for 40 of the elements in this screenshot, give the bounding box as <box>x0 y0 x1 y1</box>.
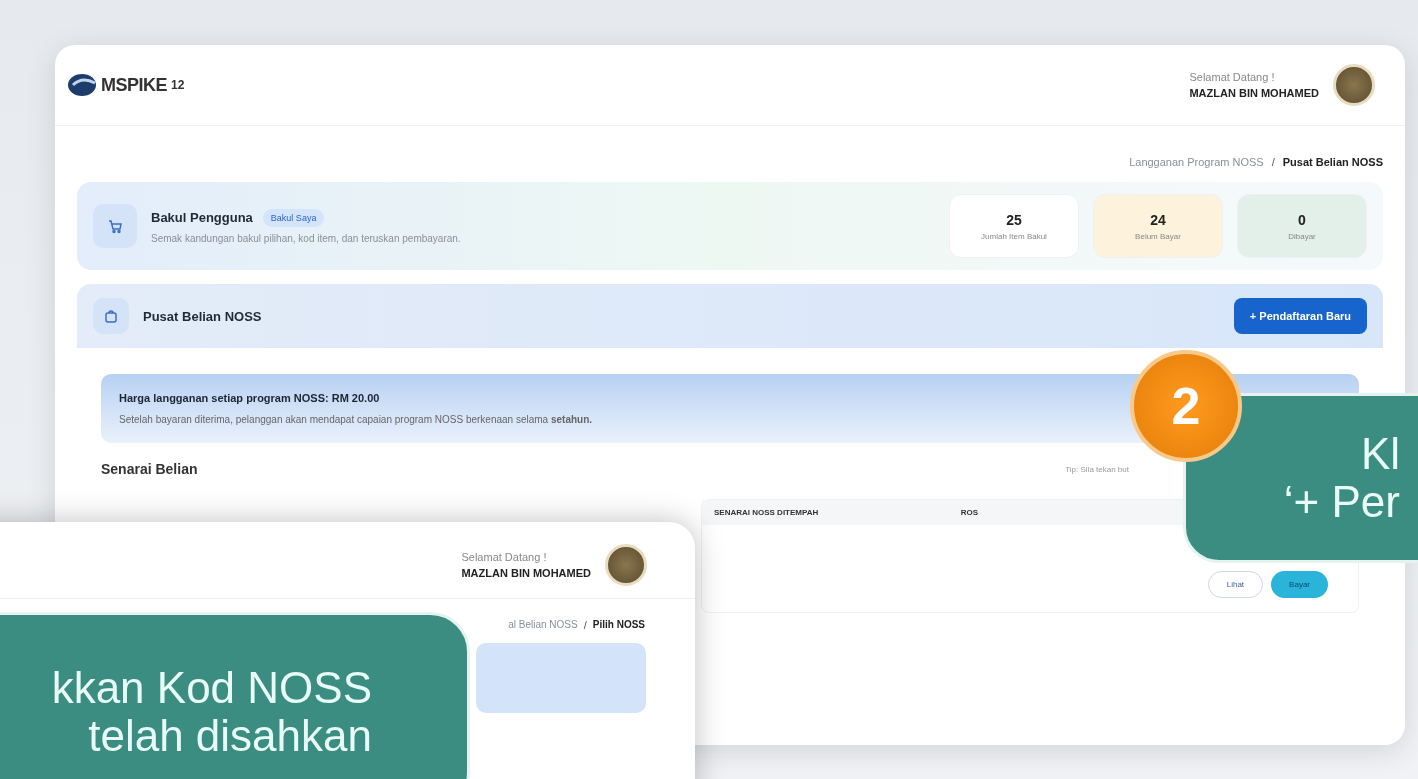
user-name: MAZLAN BIN MOHAMED <box>1189 87 1319 99</box>
callout-text: kkan Kod NOSS <box>51 663 372 712</box>
greeting-text: Selamat Datang ! <box>461 551 548 563</box>
cart-badge: Bakul Saya <box>262 208 325 227</box>
user-avatar[interactable] <box>605 544 647 586</box>
column-header: SENARAI NOSS DITEMPAH <box>714 508 819 517</box>
stat-value: 24 <box>1150 211 1166 228</box>
tip-text: Tip: Sila tekan but <box>1065 464 1129 474</box>
stat-value: 25 <box>1006 211 1022 228</box>
view-button[interactable]: Lihat <box>1207 571 1264 598</box>
callout-text: ‘+ Per <box>1283 478 1400 527</box>
list-title: Senarai Belian <box>101 461 198 477</box>
stat-label: Dibayar <box>1288 231 1316 241</box>
breadcrumb-link[interactable]: Pilih NOSS <box>592 619 645 631</box>
logo-suffix: 12 <box>171 78 185 92</box>
callout-text: Kl <box>1360 429 1400 478</box>
user-avatar[interactable] <box>1333 64 1375 106</box>
breadcrumb-separator: / <box>1271 156 1275 168</box>
user-name: MAZLAN BIN MOHAMED <box>461 567 591 579</box>
stat-label: Belum Bayar <box>1135 231 1181 241</box>
logo-icon <box>67 73 97 97</box>
logo-text: MSPIKE <box>101 74 167 96</box>
section-title: Pusat Belian NOSS <box>143 308 262 324</box>
stat-value: 0 <box>1298 211 1306 228</box>
pay-button[interactable]: Bayar <box>1271 571 1328 598</box>
cart-icon <box>107 218 123 234</box>
column-header: ROS <box>960 508 978 517</box>
cart-description: Semak kandungan bakul pilihan, kod item, dan teruskan pembayaran. <box>151 232 462 244</box>
cart-title: Bakul Pengguna <box>151 210 253 225</box>
notice-text: Setelah bayaran diterima, pelanggan akan mendapat capaian program NOSS berkenaan selama setahun. <box>119 414 594 425</box>
stat-label: Jumlah Item Bakul <box>981 231 1047 241</box>
bag-icon <box>103 308 119 324</box>
breadcrumb-link[interactable]: Langganan Program NOSS <box>1129 156 1264 168</box>
breadcrumb-link[interactable]: al Belian NOSS <box>508 619 578 631</box>
new-registration-button[interactable]: + Pendaftaran Baru <box>1233 298 1367 334</box>
callout-text: telah disahkan <box>88 712 372 761</box>
notice-title: Harga langganan setiap program NOSS: RM 20.00 <box>119 392 381 404</box>
breadcrumb-separator: / <box>583 619 587 631</box>
greeting-text: Selamat Datang ! <box>1189 71 1276 83</box>
breadcrumb-link[interactable]: Pusat Belian NOSS <box>1282 156 1383 168</box>
